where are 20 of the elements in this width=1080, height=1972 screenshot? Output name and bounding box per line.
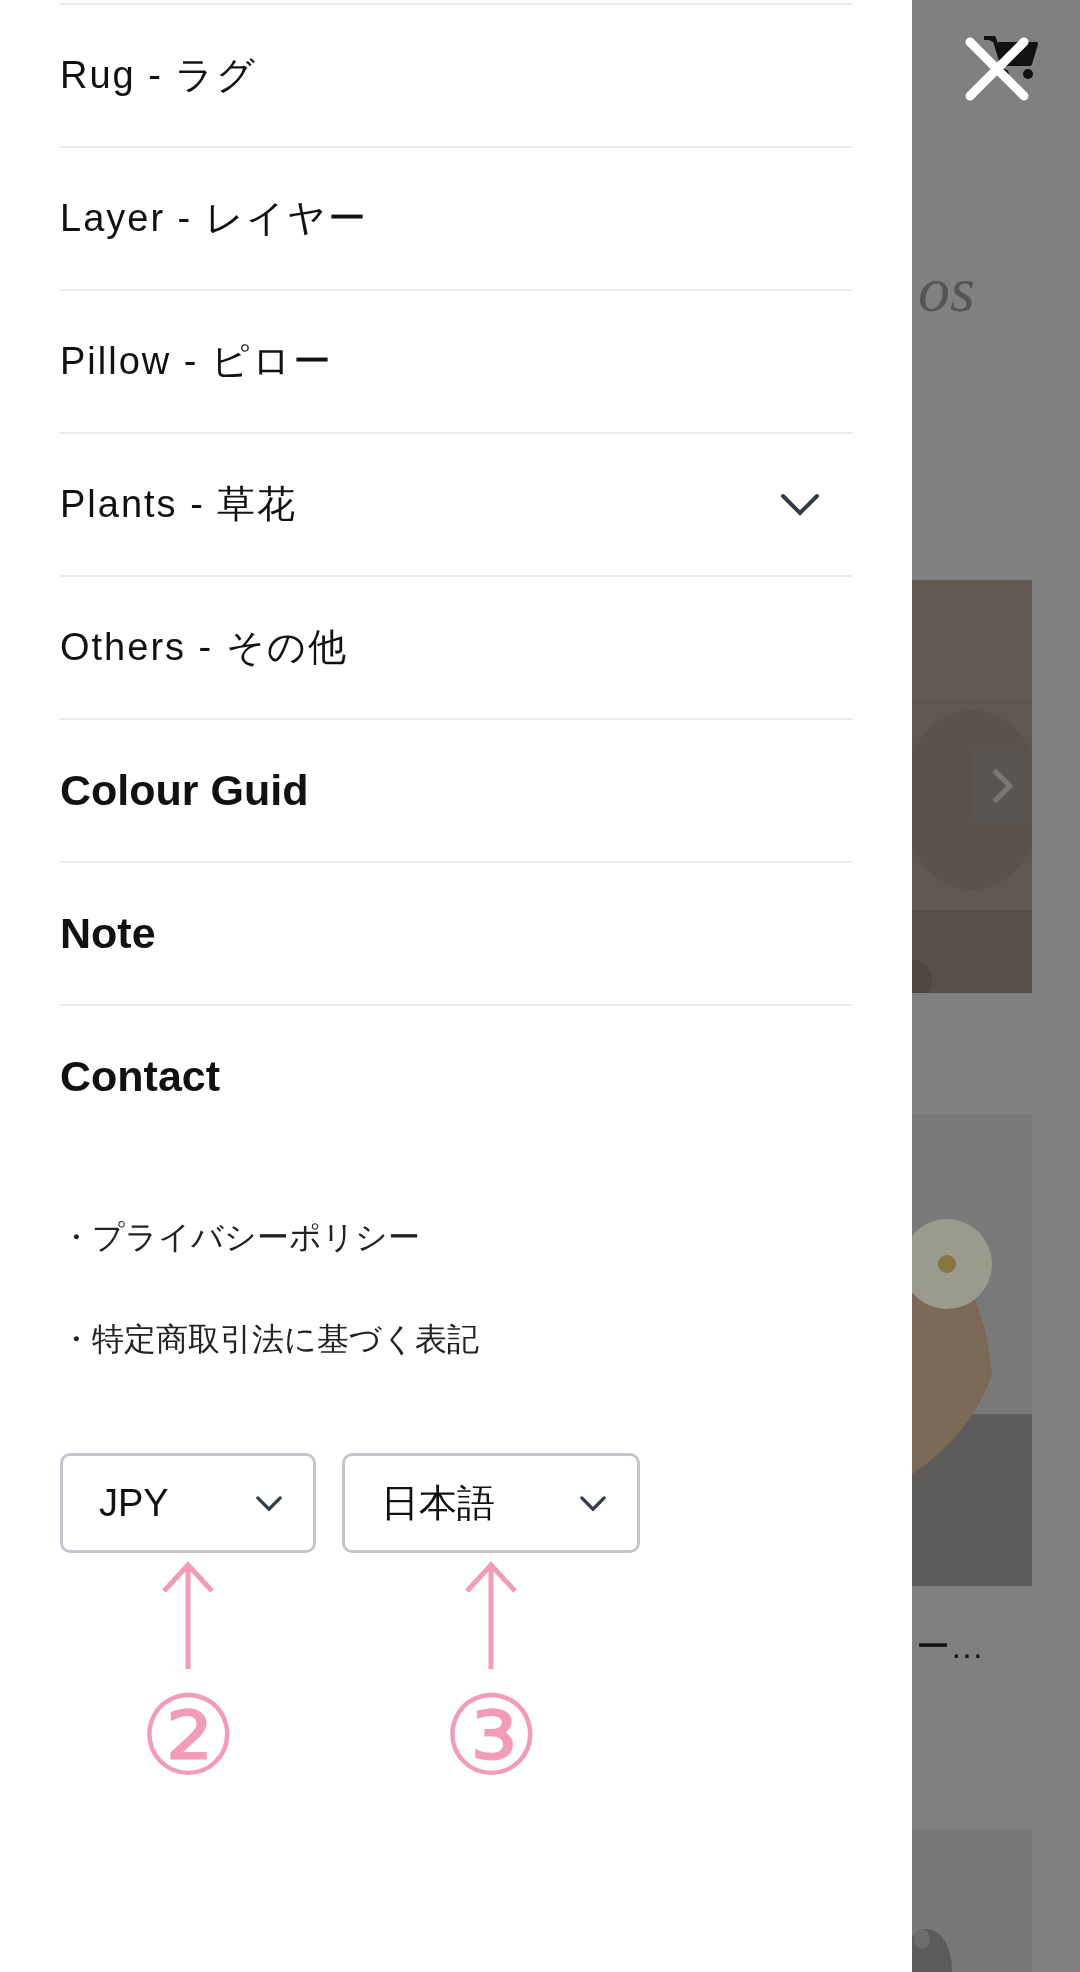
menu-item[interactable]: Note: [60, 861, 852, 1004]
dropdown-select[interactable]: JPY: [60, 1453, 316, 1553]
dropdown-select[interactable]: 日本語: [342, 1453, 640, 1553]
chevron-down-icon[interactable]: [780, 492, 820, 517]
footer-link[interactable]: ・プライバシーポリシー: [60, 1215, 852, 1259]
menu-item[interactable]: Layer - レイヤー: [60, 146, 852, 289]
menu-item[interactable]: Pillow - ピロー: [60, 289, 852, 432]
menu-item[interactable]: Contact: [60, 1004, 852, 1147]
menu-item[interactable]: Rug - ラグ: [60, 3, 852, 146]
menu-item[interactable]: Others - その他: [60, 575, 852, 718]
annotation-number: ②: [138, 1681, 238, 1791]
footer-link[interactable]: ・特定商取引法に基づく表記: [60, 1317, 852, 1361]
caret-icon: [579, 1494, 607, 1512]
close-icon[interactable]: [964, 36, 1030, 102]
cart-icon[interactable]: [982, 34, 1038, 80]
annotation-number: ③: [441, 1681, 541, 1791]
product-title: ー…: [916, 1626, 985, 1667]
caret-icon: [255, 1494, 283, 1512]
menu-item[interactable]: Plants - 草花: [60, 432, 852, 575]
menu-item[interactable]: Colour Guid: [60, 718, 852, 861]
